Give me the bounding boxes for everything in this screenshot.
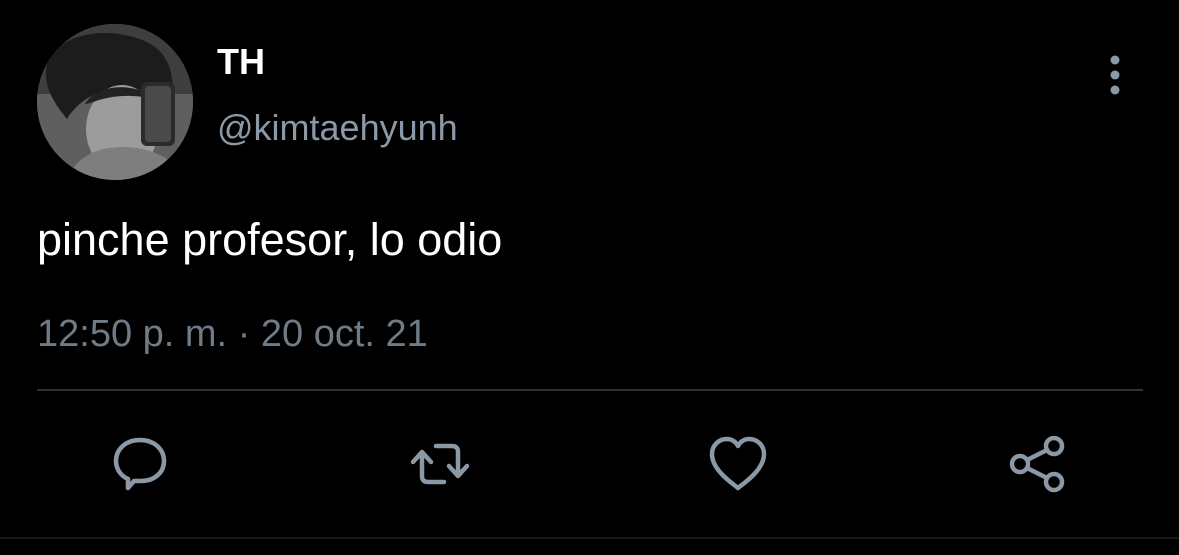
reply-icon (113, 437, 167, 491)
share-button[interactable] (1006, 432, 1070, 496)
tweet-timestamp[interactable]: 12:50 p. m. · 20 oct. 21 (37, 310, 428, 358)
retweet-button[interactable] (408, 432, 472, 496)
tweet-text: pinche profesor, lo odio (37, 214, 503, 265)
username-handle[interactable]: @kimtaehyunh (217, 106, 458, 150)
divider (37, 389, 1143, 391)
avatar[interactable] (37, 24, 193, 180)
like-button[interactable] (706, 432, 770, 496)
retweet-icon (410, 443, 470, 485)
display-name[interactable]: TH (217, 40, 265, 84)
tweet-time: 12:50 p. m. (37, 313, 228, 355)
avatar-photo (37, 24, 193, 180)
bottom-divider (0, 537, 1179, 539)
reply-button[interactable] (108, 432, 172, 496)
more-options-button[interactable] (1097, 54, 1133, 96)
meta-separator: · (237, 313, 251, 355)
tweet-card: TH @kimtaehyunh pinche profesor, lo odio… (0, 0, 1179, 555)
heart-icon (709, 436, 767, 491)
tweet-date: 20 oct. 21 (260, 313, 428, 355)
vertical-dots-icon (1110, 55, 1120, 95)
share-icon (1009, 435, 1065, 493)
